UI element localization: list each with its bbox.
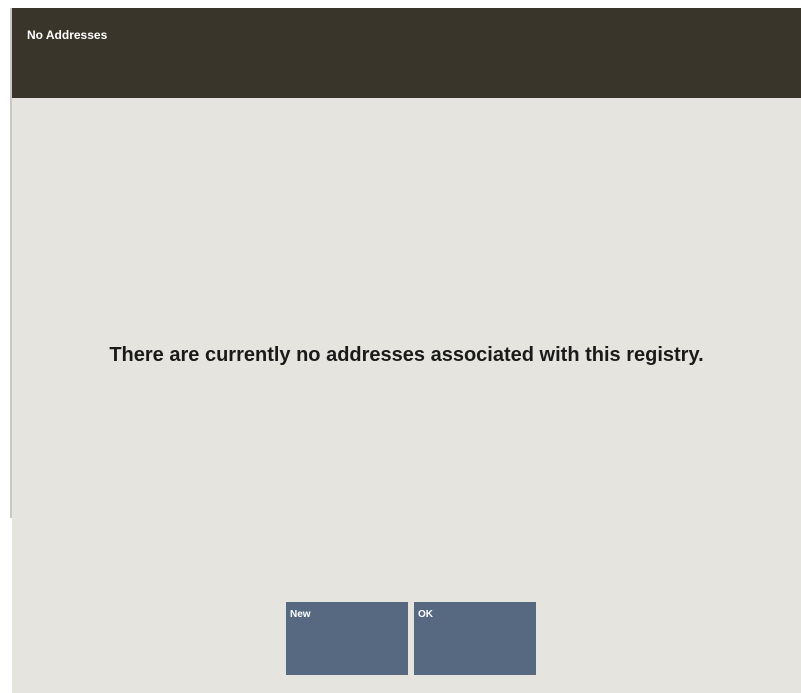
no-addresses-dialog: No Addresses There are currently no addr… — [12, 8, 801, 693]
dialog-message: There are currently no addresses associa… — [109, 344, 704, 366]
ok-button-label: OK — [418, 609, 433, 620]
new-button[interactable]: New — [286, 602, 408, 675]
dialog-title: No Addresses — [27, 28, 108, 42]
new-button-label: New — [290, 609, 311, 620]
ok-button[interactable]: OK — [414, 602, 536, 675]
title-bar: No Addresses — [12, 8, 801, 98]
